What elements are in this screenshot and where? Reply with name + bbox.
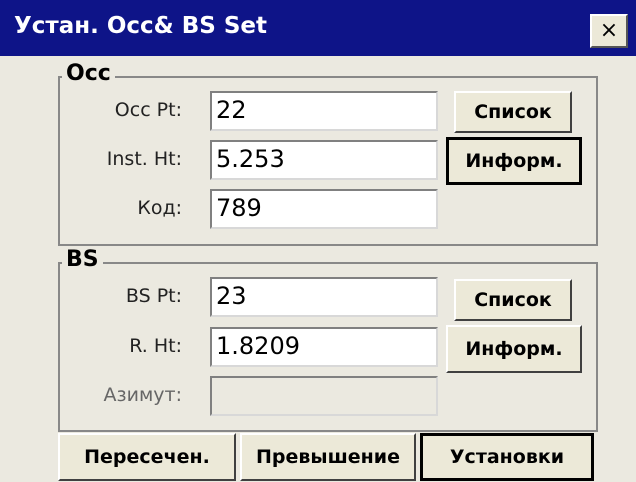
bs-pt-field[interactable]: 23 (210, 277, 438, 317)
inst-ht-label: Inst. Ht: (106, 148, 182, 170)
bs-legend: BS (62, 247, 103, 272)
elevation-button[interactable]: Превышение (240, 433, 416, 481)
occ-info-button[interactable]: Информ. (446, 137, 582, 185)
occ-pt-field[interactable]: 22 (210, 91, 438, 131)
close-icon: × (599, 18, 619, 43)
code-field[interactable]: 789 (210, 189, 438, 229)
window-title: Устан. Occ& BS Set (14, 13, 267, 39)
code-label: Код: (137, 197, 182, 219)
occ-list-button[interactable]: Список (454, 91, 572, 133)
azimuth-field (210, 376, 438, 416)
inst-ht-field[interactable]: 5.253 (210, 140, 438, 180)
occ-legend: Occ (62, 61, 115, 86)
title-bar: Устан. Occ& BS Set × (0, 0, 636, 56)
bs-info-button[interactable]: Информ. (446, 325, 582, 373)
bs-list-button[interactable]: Список (454, 279, 572, 321)
intersect-button[interactable]: Пересечен. (58, 433, 236, 481)
setup-dialog: Устан. Occ& BS Set × Occ Occ Pt: 22 Спис… (0, 0, 636, 482)
occ-pt-label: Occ Pt: (114, 99, 182, 121)
settings-button[interactable]: Установки (420, 433, 594, 481)
bs-pt-label: BS Pt: (125, 285, 182, 307)
r-ht-label: R. Ht: (129, 335, 182, 357)
close-button[interactable]: × (590, 14, 628, 48)
azimuth-label: Азимут: (103, 384, 183, 406)
r-ht-field[interactable]: 1.8209 (210, 327, 438, 367)
